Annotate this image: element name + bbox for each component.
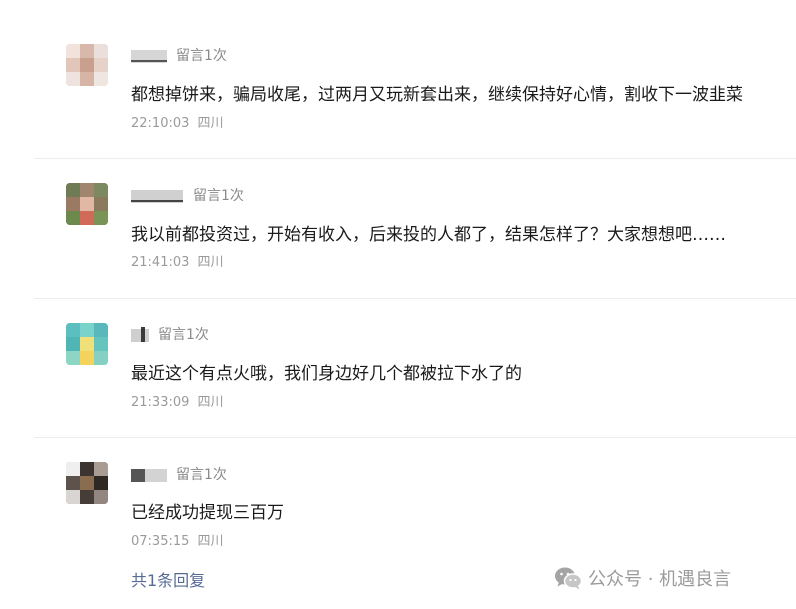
comment-text: 我以前都投资过，开始有收入，后来投的人都了，结果怎样了？大家想想吧…… [131, 225, 726, 245]
nickname-redacted[interactable] [131, 467, 167, 483]
comment-location: 四川 [197, 395, 224, 410]
avatar[interactable] [66, 44, 108, 86]
avatar[interactable] [66, 323, 108, 365]
comment-location: 四川 [197, 534, 224, 549]
watermark: 公众号 · 机遇良言 [554, 565, 731, 591]
comment-meta: 22:10:03 四川 [131, 116, 224, 132]
view-replies-link[interactable]: 共1条回复 [131, 571, 205, 591]
watermark-text: 公众号 · 机遇良言 [588, 569, 732, 590]
nickname-redacted[interactable] [131, 327, 149, 343]
comment-count-badge: 留言1次 [176, 48, 227, 64]
nickname-redacted[interactable] [131, 188, 183, 204]
wechat-icon [554, 566, 582, 590]
comment-count-badge: 留言1次 [158, 327, 209, 343]
nickname-redacted[interactable] [131, 48, 167, 64]
comment-text: 最近这个有点火哦，我们身边好几个都被拉下水了的 [131, 364, 522, 384]
comment-time: 21:33:09 [131, 395, 190, 410]
comment-count-badge: 留言1次 [176, 467, 227, 483]
comment-meta: 07:35:15 四川 [131, 534, 224, 550]
comment-time: 22:10:03 [131, 116, 190, 131]
comment-count-badge: 留言1次 [193, 188, 244, 204]
divider [34, 298, 796, 299]
divider [34, 158, 796, 159]
avatar[interactable] [66, 183, 108, 225]
comment-time: 07:35:15 [131, 534, 190, 549]
divider [34, 437, 796, 438]
comment-location: 四川 [197, 255, 224, 270]
avatar[interactable] [66, 462, 108, 504]
comment-text: 已经成功提现三百万 [131, 503, 284, 523]
comment-location: 四川 [197, 116, 224, 131]
comment-time: 21:41:03 [131, 255, 190, 270]
comment-meta: 21:41:03 四川 [131, 255, 224, 271]
comment-meta: 21:33:09 四川 [131, 395, 224, 411]
comment-text: 都想掉饼来，骗局收尾，过两月又玩新套出来，继续保持好心情，割收下一波韭菜 [131, 85, 743, 105]
